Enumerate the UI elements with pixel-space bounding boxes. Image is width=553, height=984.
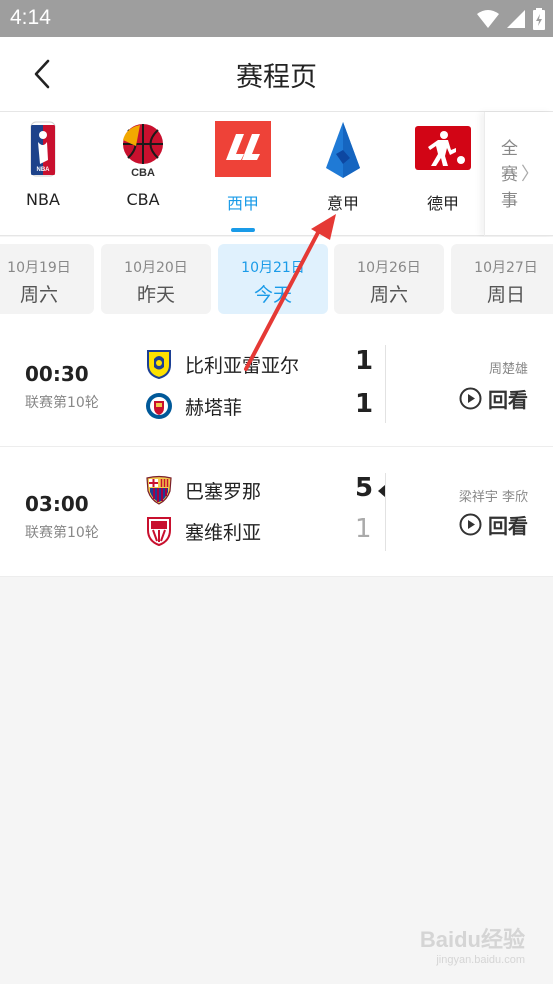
- team-name: 巴塞罗那: [185, 480, 262, 503]
- league-label: NBA: [26, 190, 60, 209]
- team-name: 比利亚雷亚尔: [185, 354, 300, 377]
- home-score: 5: [355, 473, 374, 503]
- match-card[interactable]: 03:00 联赛第10轮 巴塞罗那 塞维利亚 5 1 梁祥宇 李欣 回看: [0, 447, 553, 577]
- match-time: 03:00: [25, 492, 89, 516]
- date-text: 10月26日: [357, 260, 421, 276]
- away-score: 1: [355, 514, 372, 544]
- league-label: 德甲: [426, 194, 459, 213]
- bundesliga-logo-icon: [415, 126, 471, 170]
- replay-button[interactable]: 回看: [459, 384, 528, 413]
- getafe-badge-icon: [146, 393, 172, 419]
- date-chip[interactable]: 10月26日 周六: [334, 244, 444, 314]
- commentator-name: 梁祥宇 李欣: [458, 490, 528, 505]
- watermark-brand: Baidu经验: [419, 927, 525, 952]
- date-selector: 10月19日 周六 10月20日 昨天 10月21日 今天 10月26日 周六 …: [0, 237, 553, 317]
- watermark-url: jingyan.baidu.com: [436, 954, 525, 966]
- replay-label: 回看: [488, 388, 528, 412]
- all-events-label: 全赛事: [501, 139, 518, 211]
- weekday-text: 昨天: [136, 284, 175, 306]
- league-tab-bundesliga[interactable]: 德甲: [393, 112, 493, 236]
- away-score: 1: [355, 389, 374, 419]
- cba-logo-icon: CBA: [123, 124, 163, 179]
- status-time: 4:14: [10, 6, 51, 29]
- battery-icon: [533, 8, 545, 30]
- laliga-logo-icon: [215, 121, 271, 177]
- replay-button[interactable]: 回看: [459, 510, 528, 539]
- barcelona-badge-icon: [146, 475, 172, 505]
- date-text: 10月21日: [241, 260, 305, 276]
- date-text: 10月20日: [124, 260, 188, 276]
- divider: [385, 473, 386, 551]
- league-tab-serie-a[interactable]: 意甲: [293, 112, 393, 236]
- active-tab-indicator: [231, 228, 255, 232]
- match-card[interactable]: 00:30 联赛第10轮 比利亚雷亚尔 赫塔菲 1 1 周楚雄 回看: [0, 317, 553, 447]
- match-round: 联赛第10轮: [25, 395, 99, 411]
- league-tab-laliga[interactable]: 西甲: [193, 112, 293, 236]
- chevron-right-icon: 〉: [521, 164, 539, 185]
- away-team: 塞维利亚: [145, 514, 261, 548]
- weekday-text: 今天: [253, 284, 292, 306]
- play-circle-icon: [459, 513, 482, 536]
- serie-a-logo-icon: [326, 122, 360, 178]
- league-tabs: NBA NBA CBA CBA 西甲 意甲 德甲 全赛事 〉: [0, 111, 553, 236]
- home-score: 1: [355, 346, 374, 376]
- match-time: 00:30: [25, 362, 89, 386]
- nba-logo-icon: NBA: [30, 121, 56, 177]
- play-circle-icon: [459, 387, 482, 410]
- sevilla-badge-icon: [147, 517, 171, 546]
- signal-icon: [507, 10, 525, 28]
- replay-label: 回看: [488, 514, 528, 538]
- weekday-text: 周六: [369, 284, 408, 306]
- league-label: 意甲: [326, 194, 359, 213]
- status-bar: 4:14: [0, 0, 553, 37]
- home-team: 巴塞罗那: [145, 473, 261, 507]
- all-events-button[interactable]: 全赛事 〉: [484, 112, 553, 236]
- weekday-text: 周六: [19, 284, 58, 306]
- wifi-icon: [477, 10, 499, 28]
- winner-indicator-icon: [378, 485, 385, 497]
- match-round: 联赛第10轮: [25, 525, 99, 541]
- date-text: 10月19日: [7, 260, 71, 276]
- match-list: 00:30 联赛第10轮 比利亚雷亚尔 赫塔菲 1 1 周楚雄 回看 03:00…: [0, 317, 553, 577]
- away-team: 赫塔菲: [145, 389, 242, 423]
- watermark: Baidu经验 jingyan.baidu.com: [420, 922, 525, 966]
- league-label: CBA: [126, 190, 160, 209]
- league-label: 西甲: [226, 194, 259, 213]
- page-title: 赛程页: [236, 62, 317, 93]
- date-chip-today[interactable]: 10月21日 今天: [218, 244, 328, 314]
- svg-text:CBA: CBA: [131, 167, 155, 179]
- league-tab-cba[interactable]: CBA CBA: [93, 112, 193, 236]
- villarreal-badge-icon: [147, 350, 171, 379]
- date-chip[interactable]: 10月20日 昨天: [101, 244, 211, 314]
- date-chip[interactable]: 10月19日 周六: [0, 244, 94, 314]
- league-tab-nba[interactable]: NBA NBA: [0, 112, 93, 236]
- date-text: 10月27日: [474, 260, 538, 276]
- divider: [385, 345, 386, 423]
- team-name: 塞维利亚: [185, 521, 262, 544]
- home-team: 比利亚雷亚尔: [145, 347, 299, 381]
- svg-text:NBA: NBA: [37, 167, 51, 173]
- date-chip[interactable]: 10月27日 周日: [451, 244, 553, 314]
- commentator-name: 周楚雄: [488, 362, 528, 377]
- top-app-bar: 赛程页: [0, 37, 553, 111]
- team-name: 赫塔菲: [185, 396, 243, 419]
- weekday-text: 周日: [486, 284, 525, 306]
